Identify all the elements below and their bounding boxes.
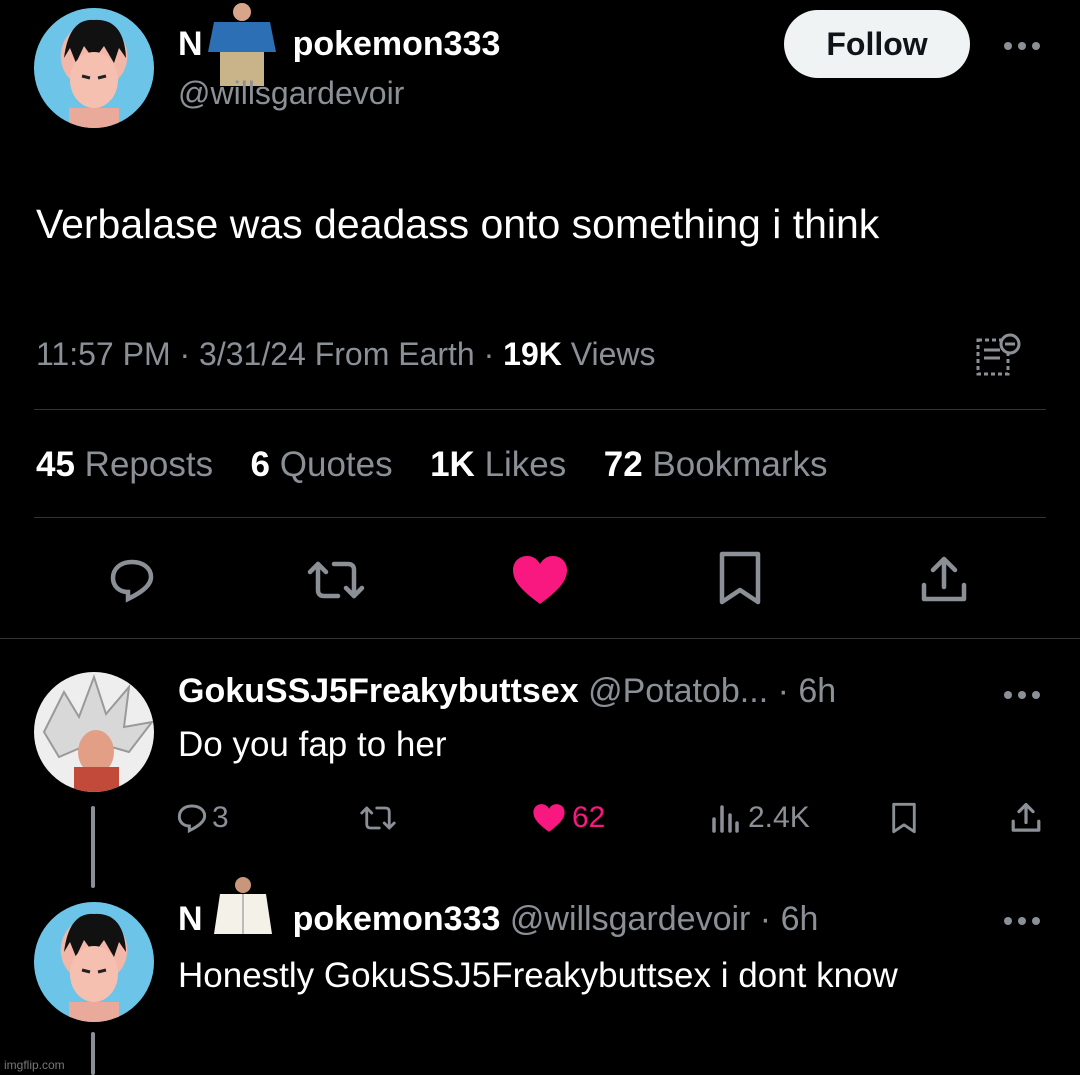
bookmark-icon <box>892 802 916 834</box>
repost-icon <box>360 806 396 830</box>
divider <box>34 409 1046 410</box>
analytics-icon <box>712 805 739 833</box>
author-handle[interactable]: @willsgardevoir <box>178 74 404 112</box>
post-more-button[interactable] <box>1000 26 1044 66</box>
likes-stat[interactable]: 1K Likes <box>430 445 566 484</box>
views-count: 19K <box>503 336 562 372</box>
author-name-suffix: pokemon333 <box>292 25 501 63</box>
reply-header: GokuSSJ5Freakybuttsex @Potatob... · 6h <box>178 672 837 710</box>
divider <box>34 517 1046 518</box>
thread-line <box>91 806 95 888</box>
reply-author-name[interactable]: GokuSSJ5Freakybuttsex <box>178 672 579 710</box>
more-icon <box>1004 691 1040 699</box>
post-stats: 45 Reposts 6 Quotes 1K Likes 72 Bookmark… <box>36 444 827 486</box>
views-label: Views <box>570 336 656 372</box>
reply-author-handle[interactable]: @Potatob... <box>588 672 768 710</box>
reply-views-button[interactable]: 2.4K <box>710 798 810 838</box>
heart-icon <box>513 556 567 604</box>
watermark: imgflip.com <box>4 1058 65 1072</box>
reply-more-button[interactable] <box>1000 906 1044 936</box>
post-meta: 11:57 PM · 3/31/24 From Earth · 19K View… <box>36 336 656 372</box>
reply-avatar[interactable] <box>34 672 154 792</box>
more-icon <box>1004 917 1040 925</box>
share-icon <box>1011 802 1041 832</box>
follow-label: Follow <box>826 25 928 62</box>
repost-icon <box>307 561 365 599</box>
quotes-stat[interactable]: 6 Quotes <box>251 445 393 484</box>
quote-list-icon <box>976 333 1021 376</box>
reposts-stat[interactable]: 45 Reposts <box>36 445 213 484</box>
quote-list-button[interactable] <box>970 328 1024 382</box>
post-time[interactable]: 11:57 PM <box>36 336 171 372</box>
reply-reply-button[interactable]: 3 <box>176 798 229 838</box>
reply-text: Honestly GokuSSJ5Freakybuttsex i dont kn… <box>178 956 898 995</box>
thread-line <box>91 1032 95 1075</box>
like-button[interactable] <box>508 550 572 610</box>
repost-button[interactable] <box>304 552 368 608</box>
reply-share-button[interactable] <box>1006 800 1046 836</box>
post-date[interactable]: 3/31/24 <box>199 336 306 372</box>
cover-sticker-image <box>206 876 280 938</box>
reply-author-handle[interactable]: @willsgardevoir <box>510 900 750 938</box>
share-icon <box>921 556 967 602</box>
divider <box>0 638 1080 639</box>
reply-like-button[interactable]: 62 <box>532 798 605 838</box>
reply-name-prefix: N <box>178 900 203 938</box>
reply-icon <box>177 804 207 834</box>
reply-repost-button[interactable] <box>358 800 398 836</box>
view-count: 2.4K <box>748 801 810 834</box>
bookmarks-stat[interactable]: 72 Bookmarks <box>604 445 828 484</box>
reply-more-button[interactable] <box>1000 680 1044 710</box>
share-button[interactable] <box>916 552 972 608</box>
post-text: Verbalase was deadass onto something i t… <box>36 201 880 247</box>
reply-count: 3 <box>212 801 229 834</box>
reply-icon <box>110 559 154 603</box>
reply-time[interactable]: 6h <box>781 900 819 938</box>
more-icon <box>1004 42 1040 50</box>
post-location: From Earth <box>314 336 475 372</box>
reply-time[interactable]: 6h <box>798 672 836 710</box>
reply-bookmark-button[interactable] <box>884 800 924 836</box>
reply-avatar[interactable] <box>34 902 154 1022</box>
like-count: 62 <box>572 801 606 834</box>
follow-button[interactable]: Follow <box>784 10 970 78</box>
reply-name-suffix: pokemon333 <box>292 900 501 938</box>
author-avatar[interactable] <box>34 8 154 128</box>
reply-button[interactable] <box>104 552 160 608</box>
reply-text: Do you fap to her <box>178 725 447 764</box>
bookmark-button[interactable] <box>714 548 766 608</box>
bookmark-icon <box>719 551 761 605</box>
heart-icon <box>533 804 565 832</box>
